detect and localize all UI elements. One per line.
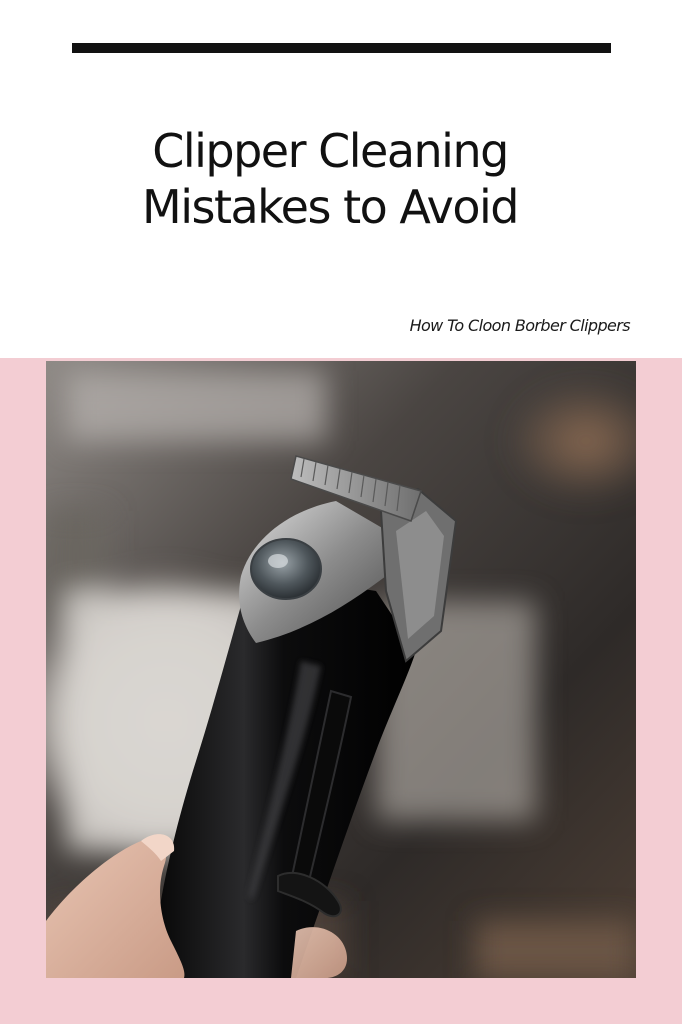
subtitle: How To Cloon Borber Clippers	[409, 316, 631, 335]
top-divider-bar	[72, 43, 611, 53]
title-line-2: Mistakes to Avoid	[142, 179, 519, 234]
clipper-photo	[46, 361, 636, 978]
title-line-1: Clipper Cleaning	[152, 123, 509, 178]
page-title: Clipper Cleaning Mistakes to Avoid	[100, 123, 560, 235]
